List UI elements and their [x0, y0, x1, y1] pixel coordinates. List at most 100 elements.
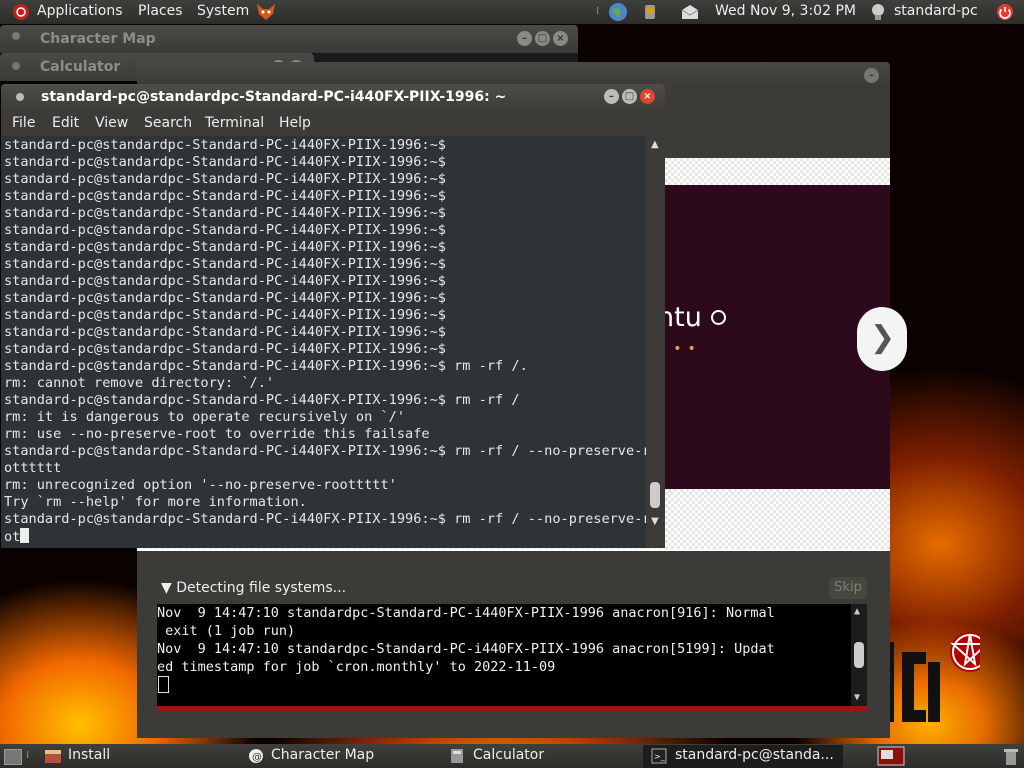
- close-button[interactable]: –: [864, 68, 879, 83]
- globe-icon[interactable]: [608, 2, 628, 22]
- installer-task-icon: [45, 750, 61, 763]
- power-icon[interactable]: [996, 3, 1014, 21]
- menu-terminal[interactable]: Terminal: [205, 115, 264, 131]
- taskbar-item-install[interactable]: Install: [68, 747, 110, 763]
- installer-titlebar[interactable]: –: [137, 62, 890, 86]
- log-line: Nov 9 14:47:10 standardpc-Standard-PC-i4…: [157, 641, 775, 657]
- menu-applications[interactable]: Applications: [37, 3, 123, 19]
- character-map-window[interactable]: Character Map – □ ×: [0, 25, 578, 53]
- terminal-output[interactable]: standard-pc@standardpc-Standard-PC-i440F…: [1, 136, 646, 548]
- user-lightbulb-icon[interactable]: [870, 3, 886, 21]
- maximize-button[interactable]: □: [622, 89, 637, 104]
- top-panel: Applications Places System ⁞ Wed Nov 9, …: [0, 0, 1024, 24]
- terminal-line: standard-pc@standardpc-Standard-PC-i440F…: [4, 188, 446, 204]
- terminal-line: standard-pc@standardpc-Standard-PC-i440F…: [4, 392, 520, 408]
- menu-view[interactable]: View: [95, 115, 128, 131]
- terminal-line: standard-pc@standardpc-Standard-PC-i440F…: [4, 239, 446, 255]
- skip-button[interactable]: Skip: [829, 577, 867, 599]
- window-menu-icon[interactable]: [12, 62, 20, 70]
- terminal-cursor: [20, 528, 30, 543]
- log-scrollbar[interactable]: ▲ ▼: [851, 604, 867, 708]
- terminal-line: standard-pc@standardpc-Standard-PC-i440F…: [4, 358, 528, 374]
- terminal-line: otttttt: [4, 460, 62, 476]
- bottom-panel: ⁞ Install @ Character Map Calculator >_ …: [0, 744, 1024, 768]
- menu-help[interactable]: Help: [279, 115, 311, 131]
- minimize-button[interactable]: –: [604, 89, 619, 104]
- terminal-prompt-line[interactable]: ot: [4, 528, 30, 545]
- workspace-switcher-icon[interactable]: [877, 746, 905, 766]
- clock[interactable]: Wed Nov 9, 3:02 PM: [715, 3, 856, 19]
- character-map-task-icon: @: [249, 749, 263, 763]
- terminal-window[interactable]: standard-pc@standardpc-Standard-PC-i440F…: [1, 84, 665, 548]
- log-line: Nov 9 14:47:10 standardpc-Standard-PC-i4…: [157, 605, 775, 621]
- terminal-titlebar[interactable]: standard-pc@standardpc-Standard-PC-i440F…: [1, 84, 665, 111]
- taskbar-item-character-map[interactable]: Character Map: [271, 747, 374, 763]
- terminal-line: standard-pc@standardpc-Standard-PC-i440F…: [4, 307, 446, 323]
- menu-places[interactable]: Places: [138, 3, 183, 19]
- terminal-line: standard-pc@standardpc-Standard-PC-i440F…: [4, 273, 446, 289]
- scroll-down-icon[interactable]: ▼: [854, 692, 860, 703]
- menu-system[interactable]: System: [197, 3, 249, 19]
- show-desktop-icon[interactable]: [4, 749, 22, 765]
- scroll-up-icon[interactable]: ▲: [854, 606, 860, 617]
- device-icon[interactable]: [644, 4, 656, 20]
- terminal-line: standard-pc@standardpc-Standard-PC-i440F…: [4, 154, 446, 170]
- maximize-button[interactable]: □: [535, 31, 550, 46]
- terminal-line: standard-pc@standardpc-Standard-PC-i440F…: [4, 205, 446, 221]
- terminal-line: standard-pc@standardpc-Standard-PC-i440F…: [4, 443, 646, 459]
- scroll-thumb[interactable]: [854, 642, 864, 668]
- scroll-up-icon[interactable]: ▲: [651, 139, 659, 150]
- window-title: standard-pc@standardpc-Standard-PC-i440F…: [41, 89, 507, 105]
- minimize-button[interactable]: –: [517, 31, 532, 46]
- fox-launcher-icon[interactable]: [255, 2, 277, 22]
- scroll-thumb[interactable]: [650, 482, 660, 508]
- terminal-line: standard-pc@standardpc-Standard-PC-i440F…: [4, 290, 446, 306]
- ubuntu-logo-icon[interactable]: [12, 3, 30, 21]
- svg-text:>_: >_: [654, 752, 666, 761]
- terminal-line: rm: it is dangerous to operate recursive…: [4, 409, 406, 425]
- menu-file[interactable]: File: [12, 115, 35, 131]
- taskbar-item-terminal[interactable]: >_ standard-pc@standa...: [643, 745, 843, 768]
- close-button[interactable]: ×: [553, 31, 568, 46]
- ubuntu-circle-icon: [711, 310, 726, 325]
- mail-icon[interactable]: [680, 4, 700, 20]
- scroll-down-icon[interactable]: ▼: [651, 516, 659, 527]
- taskbar-item-label: standard-pc@standa...: [675, 747, 834, 763]
- menu-edit[interactable]: Edit: [52, 115, 79, 131]
- next-slide-button[interactable]: ❯: [857, 307, 907, 371]
- terminal-line: rm: cannot remove directory: `/.': [4, 375, 275, 391]
- terminal-line: rm: unrecognized option '--no-preserve-r…: [4, 477, 397, 493]
- terminal-line: standard-pc@standardpc-Standard-PC-i440F…: [4, 511, 646, 527]
- terminal-line: standard-pc@standardpc-Standard-PC-i440F…: [4, 341, 446, 357]
- svg-text:@: @: [252, 752, 262, 763]
- terminal-menubar: File Edit View Search Terminal Help: [1, 111, 665, 136]
- panel-handle-icon: ⁞: [26, 750, 30, 761]
- progress-expander[interactable]: ▼ Detecting file systems...: [161, 580, 346, 596]
- pentagram-logo: [882, 632, 980, 722]
- window-title: Character Map: [40, 31, 156, 47]
- window-menu-icon[interactable]: [12, 32, 20, 40]
- network-icon[interactable]: ⁞: [596, 6, 599, 17]
- terminal-input-text: ot: [4, 529, 21, 545]
- terminal-line: rm: use --no-preserve-root to override t…: [4, 426, 430, 442]
- terminal-task-icon: >_: [651, 748, 667, 764]
- installer-log[interactable]: Nov 9 14:47:10 standardpc-Standard-PC-i4…: [157, 604, 867, 708]
- terminal-line: standard-pc@standardpc-Standard-PC-i440F…: [4, 324, 446, 340]
- close-button[interactable]: ×: [640, 89, 655, 104]
- terminal-line: standard-pc@standardpc-Standard-PC-i440F…: [4, 222, 446, 238]
- terminal-line: standard-pc@standardpc-Standard-PC-i440F…: [4, 171, 446, 187]
- trash-icon[interactable]: [1002, 746, 1020, 766]
- terminal-line: Try `rm --help' for more information.: [4, 494, 307, 510]
- log-line: exit (1 job run): [157, 623, 296, 639]
- user-name[interactable]: standard-pc: [894, 3, 978, 19]
- taskbar-item-calculator[interactable]: Calculator: [473, 747, 544, 763]
- terminal-line: standard-pc@standardpc-Standard-PC-i440F…: [4, 256, 446, 272]
- window-title: Calculator: [40, 59, 121, 75]
- terminal-scrollbar[interactable]: ▲ ▼: [646, 136, 665, 548]
- log-line: ed timestamp for job `cron.monthly' to 2…: [157, 659, 556, 675]
- menu-search[interactable]: Search: [144, 115, 192, 131]
- window-menu-icon[interactable]: [16, 93, 24, 101]
- log-cursor: [158, 676, 169, 693]
- loading-dots-icon: •••: [659, 341, 702, 357]
- terminal-line: standard-pc@standardpc-Standard-PC-i440F…: [4, 137, 446, 153]
